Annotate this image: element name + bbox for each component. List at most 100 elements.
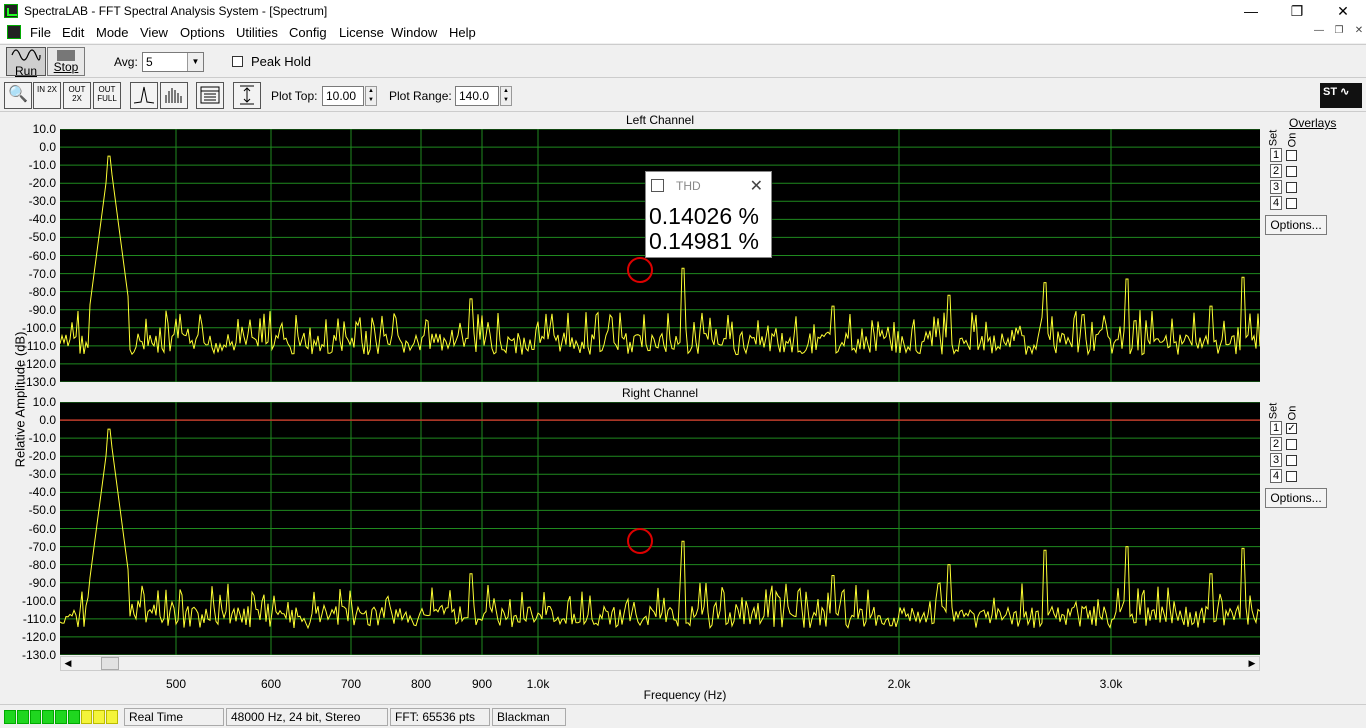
mdi-restore-button[interactable]: ❐	[1330, 25, 1348, 41]
overlay-on-checkbox[interactable]: ✓	[1286, 423, 1297, 434]
scroll-right-icon[interactable]: ▶	[1245, 657, 1259, 670]
main-toolbar: Run Stop Avg: 5 ▼ Peak Hold	[0, 44, 1366, 78]
bar-mode-button[interactable]	[160, 82, 188, 109]
display-settings-button[interactable]	[196, 82, 224, 109]
overlay-set-button[interactable]: 2	[1270, 164, 1282, 178]
y-tick-label: -90.0	[28, 302, 56, 317]
y-tick-label: -20.0	[28, 176, 56, 191]
menu-options[interactable]: Options	[180, 25, 225, 40]
status-mode: Real Time	[124, 708, 224, 726]
run-label: Run	[14, 64, 37, 78]
overlay-set-button[interactable]: 1	[1270, 421, 1282, 435]
x-tick-label: 1.0k	[526, 677, 550, 691]
menu-config[interactable]: Config	[289, 25, 327, 40]
close-icon[interactable]: ✕	[750, 176, 763, 196]
frequency-scrollbar[interactable]: ◀ ▶	[60, 656, 1260, 671]
plot-top-label: Plot Top:	[271, 89, 318, 103]
menu-utilities[interactable]: Utilities	[236, 25, 278, 40]
plot-top-value: 10.00	[326, 89, 357, 103]
y-tick-label: -130.0	[21, 375, 56, 389]
overlay-set-button[interactable]: 1	[1270, 148, 1282, 162]
overlay-on-checkbox[interactable]	[1286, 150, 1297, 161]
menu-file[interactable]: File	[30, 25, 51, 40]
chevron-down-icon[interactable]: ▼	[187, 53, 203, 71]
y-tick-label: -130.0	[21, 648, 56, 662]
menu-edit[interactable]: Edit	[62, 25, 84, 40]
x-axis-label: Frequency (Hz)	[643, 688, 727, 702]
left-set-label: Set	[1267, 129, 1280, 147]
y-tick-label: -20.0	[28, 449, 56, 464]
overlay-set-button[interactable]: 3	[1270, 453, 1282, 467]
minimize-button[interactable]: —	[1228, 0, 1274, 22]
level-meter	[4, 710, 119, 724]
y-tick-label: -10.0	[28, 158, 56, 173]
y-tick-label: -80.0	[28, 284, 56, 299]
run-button[interactable]: Run	[6, 47, 46, 78]
mdi-close-button[interactable]: ✕	[1350, 25, 1366, 41]
y-tick-label: -110.0	[22, 338, 56, 353]
meter-icon	[651, 179, 664, 192]
thd-popup[interactable]: THD ✕ 0.14026 % 0.14981 %	[645, 171, 772, 258]
menu-license[interactable]: License	[339, 25, 384, 40]
overlay-on-checkbox[interactable]	[1286, 439, 1297, 450]
plot-top-spinner[interactable]: ▲ ▼	[365, 86, 377, 106]
overlay-on-checkbox[interactable]	[1286, 182, 1297, 193]
left-overlay-options-button[interactable]: Options...	[1265, 215, 1327, 235]
mdi-minimize-button[interactable]: —	[1310, 25, 1328, 41]
x-tick-label: 3.0k	[1099, 677, 1123, 691]
spectralab-window: SpectraLAB - FFT Spectral Analysis Syste…	[0, 0, 1366, 728]
plot-top-input[interactable]: 10.00 ▲ ▼	[322, 86, 377, 106]
thd-title: THD	[676, 179, 701, 193]
zoom-magnifier-button[interactable]: 🔍	[4, 82, 32, 109]
right-overlay-options-button[interactable]: Options...	[1265, 488, 1327, 508]
document-icon[interactable]	[7, 25, 21, 39]
overlay-on-checkbox[interactable]	[1286, 198, 1297, 209]
avg-select[interactable]: 5 ▼	[142, 52, 204, 72]
right-channel-title: Right Channel	[621, 386, 699, 400]
peak-hold-checkbox[interactable]	[232, 56, 243, 67]
menu-view[interactable]: View	[140, 25, 168, 40]
y-tick-label: -60.0	[28, 248, 56, 263]
left-channel-title: Left Channel	[625, 113, 695, 127]
right-harmonic-marker	[627, 528, 653, 554]
spectralab-logo[interactable]: ST ∿	[1320, 83, 1362, 108]
overlay-set-button[interactable]: 4	[1270, 196, 1282, 210]
scroll-thumb[interactable]	[101, 657, 119, 670]
title-bar: SpectraLAB - FFT Spectral Analysis Syste…	[0, 0, 1366, 22]
y-tick-label: -100.0	[21, 320, 56, 335]
thd-header: THD	[651, 179, 701, 193]
window-title: SpectraLAB - FFT Spectral Analysis Syste…	[24, 4, 328, 18]
zoom-in-2x-button[interactable]: IN 2X	[33, 82, 61, 109]
menu-mode[interactable]: Mode	[96, 25, 129, 40]
overlay-set-button[interactable]: 3	[1270, 180, 1282, 194]
zoom-out-full-button[interactable]: OUT FULL	[93, 82, 121, 109]
plot-range-input[interactable]: 140.0 ▲ ▼	[455, 86, 512, 106]
restore-button[interactable]: ❐	[1274, 0, 1320, 22]
vertical-scale-button[interactable]	[233, 82, 261, 109]
x-tick-label: 2.0k	[887, 677, 911, 691]
overlays-title: Overlays	[1289, 116, 1337, 130]
scroll-left-icon[interactable]: ◀	[61, 657, 75, 670]
y-tick-label: 0.0	[39, 413, 56, 428]
y-tick-label: -90.0	[28, 575, 56, 590]
close-button[interactable]: ✕	[1320, 0, 1366, 22]
stop-button[interactable]: Stop	[47, 47, 85, 76]
bar-graph-icon	[165, 88, 182, 103]
menu-help[interactable]: Help	[449, 25, 476, 40]
peak-hold-label: Peak Hold	[251, 54, 311, 69]
right-channel-plot[interactable]	[60, 402, 1260, 655]
menu-bar: File Edit Mode View Options Utilities Co…	[0, 22, 1366, 43]
overlay-on-checkbox[interactable]	[1286, 471, 1297, 482]
menu-window[interactable]: Window	[391, 25, 437, 40]
line-mode-button[interactable]	[130, 82, 158, 109]
zoom-out-2x-button[interactable]: OUT 2X	[63, 82, 91, 109]
overlay-on-checkbox[interactable]	[1286, 455, 1297, 466]
y-tick-label: -100.0	[21, 593, 56, 608]
plot-range-spinner[interactable]: ▲ ▼	[500, 86, 512, 106]
overlay-set-button[interactable]: 4	[1270, 469, 1282, 483]
right-on-label: On	[1286, 405, 1299, 421]
y-tick-label: -70.0	[28, 539, 56, 554]
overlay-set-button[interactable]: 2	[1270, 437, 1282, 451]
y-tick-label: -80.0	[28, 557, 56, 572]
overlay-on-checkbox[interactable]	[1286, 166, 1297, 177]
